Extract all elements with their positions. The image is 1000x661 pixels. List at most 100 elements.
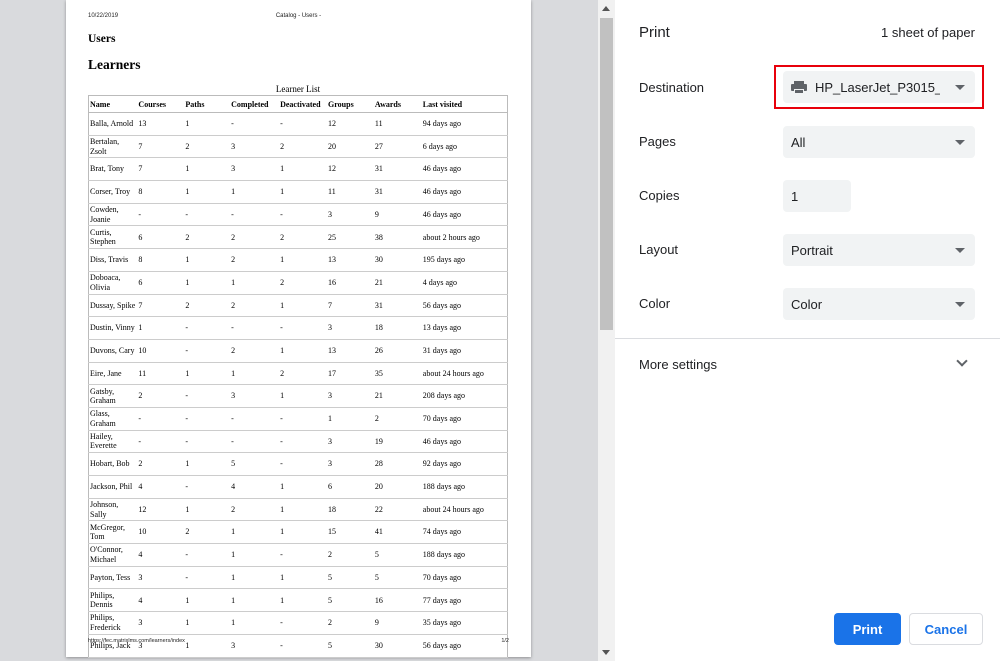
table-cell: 2 <box>279 362 328 386</box>
table-cell: - <box>279 634 328 658</box>
more-settings-toggle[interactable]: More settings <box>615 340 1000 388</box>
table-cell: 5 <box>327 588 374 613</box>
table-row: Brat, Tony 7 1 3 1 12 31 46 days ago <box>88 157 508 182</box>
table-cell: 2 <box>230 248 280 272</box>
table-cell: 1 <box>279 294 328 318</box>
table-cell: 2 <box>137 384 185 408</box>
table-cell: 2 <box>373 407 422 431</box>
table-cell: 31 <box>373 294 422 318</box>
layout-select[interactable]: Portrait <box>783 234 975 266</box>
table-cell: 74 days ago <box>421 520 508 545</box>
table-cell: 1 <box>279 520 328 545</box>
page-footer-url: https://fec.matrixlms.com/learners/index <box>88 638 185 644</box>
heading-users: Users <box>88 33 116 45</box>
table-cell: 21 <box>373 271 422 295</box>
table-cell: 3 <box>327 452 374 476</box>
table-row: Hailey, Everette - - - -3 19 46 days ago <box>88 430 508 454</box>
table-cell: 1 <box>230 271 280 295</box>
table-row: Payton, Tess 3-1 1 5 5 70 days ago <box>88 566 508 590</box>
table-cell: 70 days ago <box>421 566 508 590</box>
table-row: Hobart, Bob 2 1 5-3 28 92 days ago <box>88 452 508 476</box>
table-cell: - <box>279 316 328 340</box>
table-cell: 11 <box>373 112 422 136</box>
scroll-up-arrow-icon[interactable] <box>602 6 610 11</box>
table-cell: 4 <box>230 475 280 499</box>
scroll-down-arrow-icon[interactable] <box>602 650 610 655</box>
table-cell: - <box>137 203 185 227</box>
table-cell: Hobart, Bob <box>88 452 138 476</box>
copies-label: Copies <box>639 188 680 203</box>
table-cell: 4 <box>137 543 185 567</box>
table-cell: 7 <box>137 294 185 318</box>
table-cell: - <box>279 543 328 567</box>
table-cell: Philips, Dennis <box>88 588 138 613</box>
table-cell: - <box>184 543 231 567</box>
table-cell: Dustin, Vinny <box>88 316 138 340</box>
sheet-count: 1 sheet of paper <box>881 25 975 40</box>
table-cell: - <box>230 112 280 136</box>
table-cell: 6 days ago <box>421 135 508 159</box>
table-cell: 2 <box>184 225 231 250</box>
table-cell: - <box>279 452 328 476</box>
preview-scrollbar[interactable] <box>598 0 615 661</box>
table-cell: 1 <box>184 112 231 136</box>
table-cell: 9 <box>373 203 422 227</box>
table-cell: 46 days ago <box>421 203 508 227</box>
table-row: Bertalan, Zsolt 7 2 3 2 20 27 6 days ago <box>88 135 508 159</box>
table-cell: 11 <box>137 362 185 386</box>
table-cell: 2 <box>184 294 231 318</box>
table-cell: Balla, Arnold <box>88 112 138 136</box>
table-cell: 4 <box>137 475 185 499</box>
table-cell: 2 <box>230 294 280 318</box>
table-cell: about 2 hours ago <box>421 225 508 250</box>
color-select[interactable]: Color <box>783 288 975 320</box>
table-cell: 1 <box>184 498 231 522</box>
table-cell: 1 <box>279 498 328 522</box>
table-cell: 20 <box>373 475 422 499</box>
print-button[interactable]: Print <box>834 613 901 645</box>
table-cell: Gatsby, Graham <box>88 384 138 408</box>
cancel-button[interactable]: Cancel <box>909 613 983 645</box>
table-cell: - <box>279 112 328 136</box>
table-cell: 30 <box>373 248 422 272</box>
layout-label: Layout <box>639 242 679 257</box>
table-cell: 56 days ago <box>421 294 508 318</box>
copies-input[interactable] <box>783 180 851 212</box>
pages-select[interactable]: All <box>783 126 975 158</box>
table-cell: Curtis, Stephen <box>88 225 138 250</box>
table-cell: Dussay, Spike <box>88 294 138 318</box>
table-cell: Cowden, Joanie <box>88 203 138 227</box>
table-cell: 12 <box>327 112 374 136</box>
heading-learners: Learners <box>88 57 141 72</box>
table-cell: 2 <box>230 339 280 363</box>
table-cell: 1 <box>184 452 231 476</box>
table-cell: 4 days ago <box>421 271 508 295</box>
column-header: Name <box>88 95 138 113</box>
table-cell: 35 days ago <box>421 611 508 635</box>
table-cell: 13 <box>327 248 374 272</box>
table-row: Cowden, Joanie - - - -3 9 46 days ago <box>88 203 508 227</box>
table-cell: 41 <box>373 520 422 545</box>
table-row: O'Connor, Michael 4-1-2 5 188 days ago <box>88 543 508 567</box>
table-cell: Duvons, Cary <box>88 339 138 363</box>
table-cell: Corser, Troy <box>88 180 138 204</box>
table-cell: 3 <box>230 157 280 182</box>
table-row: Dussay, Spike 7 2 2 1 7 31 56 days ago <box>88 294 508 318</box>
table-cell: 30 <box>373 634 422 658</box>
table-cell: 2 <box>230 225 280 250</box>
table-cell: 1 <box>230 543 280 567</box>
table-cell: 3 <box>327 430 374 454</box>
column-header: Last visited <box>421 95 508 113</box>
table-cell: 1 <box>279 588 328 613</box>
table-cell: 16 <box>327 271 374 295</box>
table-cell: 1 <box>184 634 231 658</box>
table-cell: 1 <box>279 475 328 499</box>
table-cell: Glass, Graham <box>88 407 138 431</box>
table-caption: Learner List <box>275 84 321 94</box>
page-footer-number: 1/2 <box>501 638 509 644</box>
table-cell: - <box>230 203 280 227</box>
scrollbar-thumb[interactable] <box>600 18 613 330</box>
table-cell: - <box>184 316 231 340</box>
destination-select[interactable]: HP_LaserJet_P3015_F <box>783 71 975 103</box>
destination-label: Destination <box>639 80 705 95</box>
